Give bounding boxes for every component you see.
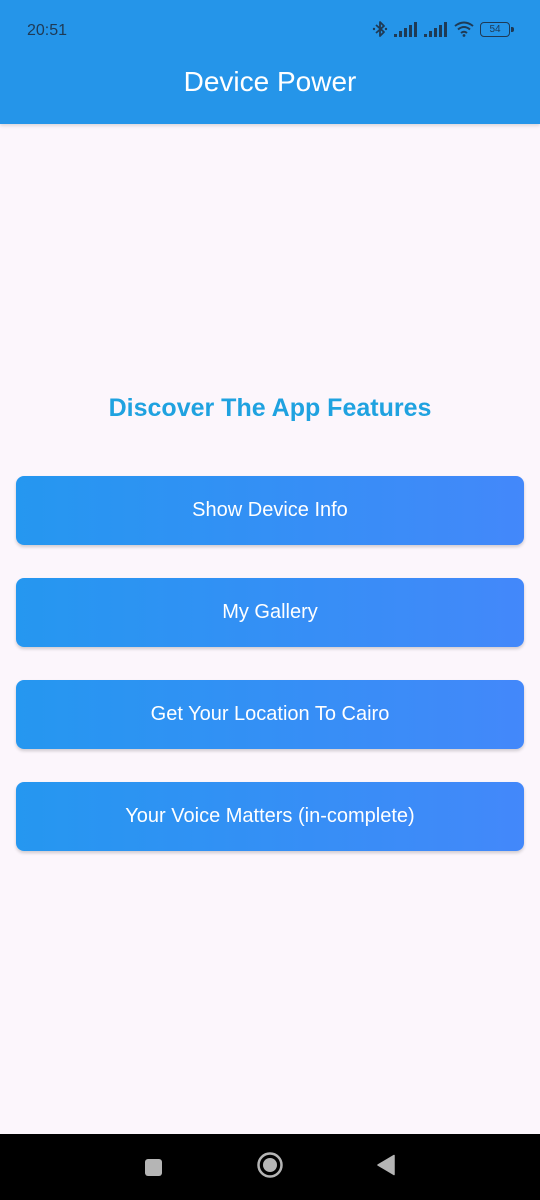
your-voice-matters-button[interactable]: Your Voice Matters (in-complete) xyxy=(16,782,524,851)
app-header: 20:51 54 Device Power xyxy=(0,0,540,124)
home-button[interactable] xyxy=(230,1134,310,1200)
back-icon xyxy=(376,1154,396,1181)
status-time: 20:51 xyxy=(27,22,68,39)
recents-button[interactable] xyxy=(113,1134,193,1200)
signal-icon xyxy=(424,21,448,37)
home-icon xyxy=(256,1151,284,1184)
get-location-button[interactable]: Get Your Location To Cairo xyxy=(16,680,524,749)
bluetooth-icon xyxy=(372,20,388,38)
recents-icon xyxy=(144,1158,162,1176)
status-icons: 54 xyxy=(372,20,514,38)
status-bar: 20:51 54 xyxy=(0,0,540,62)
wifi-icon xyxy=(454,21,474,37)
system-nav-bar xyxy=(0,1134,540,1200)
show-device-info-button[interactable]: Show Device Info xyxy=(16,476,524,545)
back-button[interactable] xyxy=(346,1134,426,1200)
page-title: Device Power xyxy=(183,66,357,97)
features-heading: Discover The App Features xyxy=(108,394,432,422)
battery-level: 54 xyxy=(489,23,501,35)
signal-icon xyxy=(394,21,418,37)
battery-icon: 54 xyxy=(480,21,514,37)
my-gallery-button[interactable]: My Gallery xyxy=(16,578,524,647)
